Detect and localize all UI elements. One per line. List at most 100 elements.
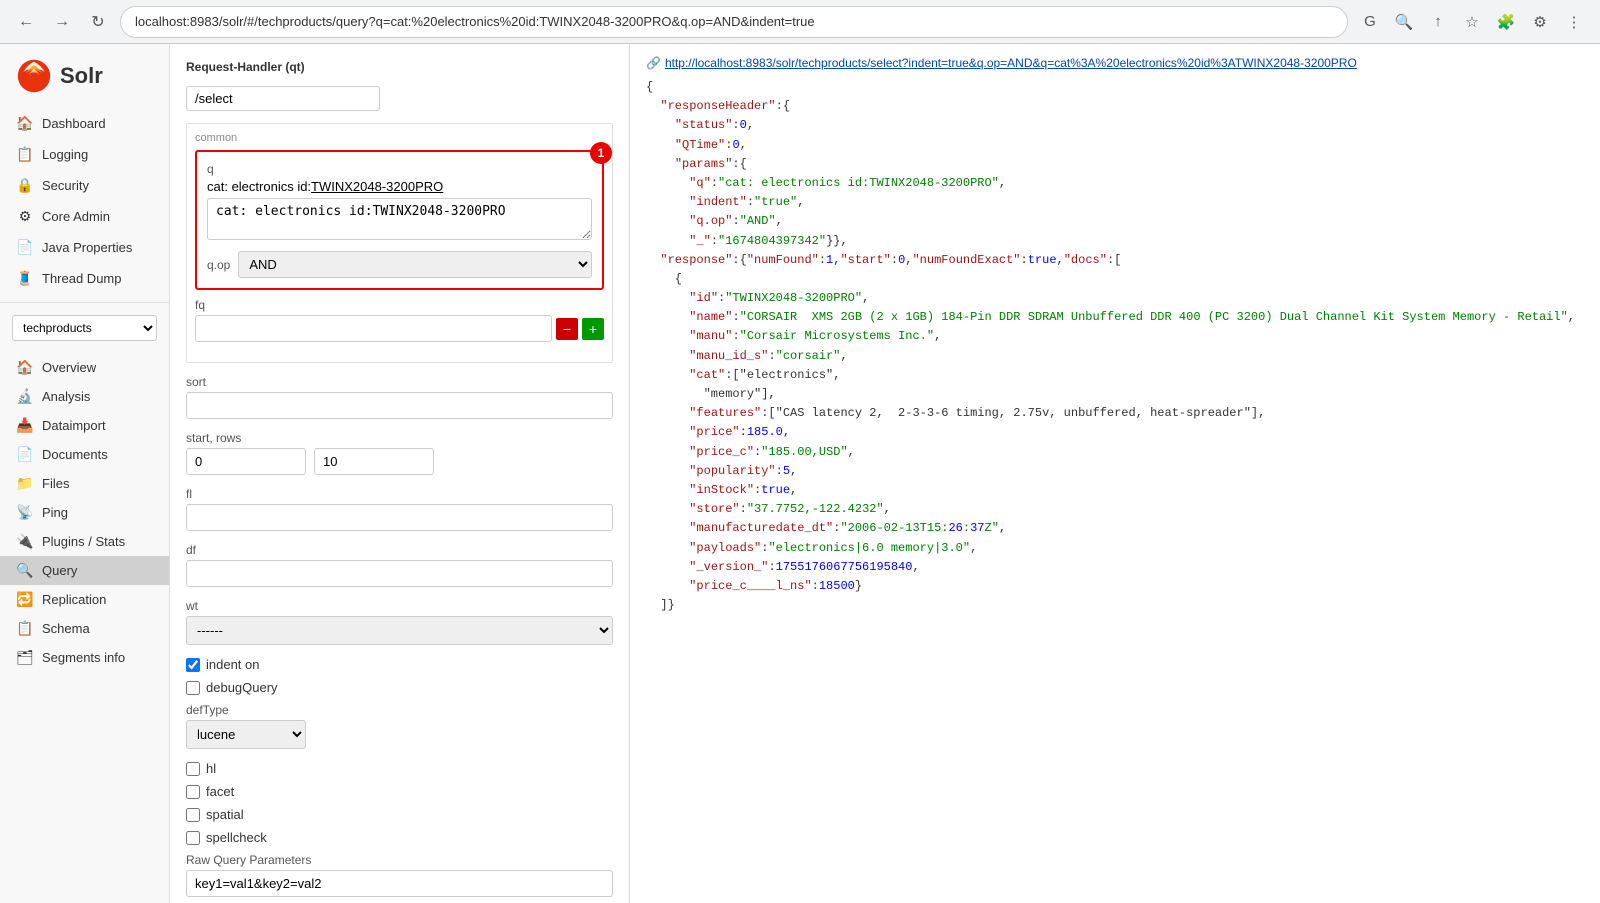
sidebar-item-files[interactable]: 📁 Files xyxy=(0,469,169,498)
files-icon: 📁 xyxy=(16,475,34,492)
query-panel: Request-Handler (qt) common 1 q cat: ele… xyxy=(170,44,1600,903)
browser-icons: G 🔍 ↑ ☆ 🧩 ⚙ ⋮ xyxy=(1356,8,1588,36)
back-button[interactable]: ← xyxy=(12,8,40,36)
query-icon: 🔍 xyxy=(16,562,34,579)
search-icon[interactable]: 🔍 xyxy=(1390,8,1418,36)
handler-label: Request-Handler (qt) xyxy=(186,60,305,74)
fq-plus-button[interactable]: + xyxy=(582,318,604,340)
indent-label: indent on xyxy=(206,657,260,672)
sidebar-item-ping[interactable]: 📡 Ping xyxy=(0,498,169,527)
result-url-text: http://localhost:8983/solr/techproducts/… xyxy=(665,56,1357,70)
sidebar-item-dashboard[interactable]: 🏠 Dashboard xyxy=(0,108,169,139)
def-type-select[interactable]: lucene dismax edismax xyxy=(186,720,306,749)
java-properties-label: Java Properties xyxy=(42,240,132,255)
extension-icon[interactable]: 🧩 xyxy=(1492,8,1520,36)
q-value-display: cat: electronics id:TWINX2048-3200PRO xyxy=(207,179,592,194)
sort-input[interactable] xyxy=(186,392,613,419)
java-properties-icon: 📄 xyxy=(16,239,34,256)
documents-label: Documents xyxy=(42,447,108,462)
sort-group: sort xyxy=(186,375,613,419)
google-icon[interactable]: G xyxy=(1356,8,1384,36)
rows-input[interactable] xyxy=(314,448,434,475)
spatial-checkbox[interactable] xyxy=(186,808,200,822)
sidebar-item-segments-info[interactable]: 🗂 Segments info xyxy=(0,643,169,672)
q-textarea[interactable]: cat: electronics id:TWINX2048-3200PRO xyxy=(207,198,592,240)
wt-group: wt ------ json xml csv xyxy=(186,599,613,645)
sidebar-item-logging[interactable]: 📋 Logging xyxy=(0,139,169,170)
url-text: localhost:8983/solr/#/techproducts/query… xyxy=(135,14,815,29)
sidebar-item-thread-dump[interactable]: 🧵 Thread Dump xyxy=(0,263,169,294)
df-input[interactable] xyxy=(186,560,613,587)
fq-input[interactable] xyxy=(195,315,552,342)
sidebar-item-dataimport[interactable]: 📥 Dataimport xyxy=(0,411,169,440)
schema-label: Schema xyxy=(42,621,90,636)
sidebar-item-overview[interactable]: 🏠 Overview xyxy=(0,353,169,382)
reload-button[interactable]: ↻ xyxy=(84,8,112,36)
sidebar-item-analysis[interactable]: 🔬 Analysis xyxy=(0,382,169,411)
raw-params-input[interactable] xyxy=(186,870,613,897)
analysis-label: Analysis xyxy=(42,389,90,404)
wt-select[interactable]: ------ json xml csv xyxy=(186,616,613,645)
sidebar-item-core-admin[interactable]: ⚙ Core Admin xyxy=(0,201,169,232)
df-group: df xyxy=(186,543,613,587)
indent-row: indent on xyxy=(186,657,613,672)
facet-row: facet xyxy=(186,784,613,799)
menu-icon[interactable]: ⋮ xyxy=(1560,8,1588,36)
browser-chrome: ← → ↻ localhost:8983/solr/#/techproducts… xyxy=(0,0,1600,44)
security-icon: 🔒 xyxy=(16,177,34,194)
facet-checkbox[interactable] xyxy=(186,785,200,799)
dashboard-icon: 🏠 xyxy=(16,115,34,132)
core-admin-label: Core Admin xyxy=(42,209,110,224)
debug-query-checkbox[interactable] xyxy=(186,681,200,695)
share-icon[interactable]: ↑ xyxy=(1424,8,1452,36)
q-op-select[interactable]: AND OR xyxy=(238,251,592,278)
fq-minus-button[interactable]: − xyxy=(556,318,578,340)
sidebar-item-java-properties[interactable]: 📄 Java Properties xyxy=(0,232,169,263)
replication-icon: 🔁 xyxy=(16,591,34,608)
sidebar-item-documents[interactable]: 📄 Documents xyxy=(0,440,169,469)
spellcheck-label: spellcheck xyxy=(206,830,267,845)
core-select[interactable]: techproducts xyxy=(12,315,157,341)
start-input[interactable] xyxy=(186,448,306,475)
plugins-stats-label: Plugins / Stats xyxy=(42,534,125,549)
sidebar-item-schema[interactable]: 📋 Schema xyxy=(0,614,169,643)
main-content: Request-Handler (qt) common 1 q cat: ele… xyxy=(170,44,1600,903)
security-label: Security xyxy=(42,178,89,193)
def-type-label: defType xyxy=(186,703,613,717)
sidebar-item-replication[interactable]: 🔁 Replication xyxy=(0,585,169,614)
fl-input[interactable] xyxy=(186,504,613,531)
result-url-icon: 🔗 xyxy=(646,56,661,70)
sidebar-item-query[interactable]: 🔍 Query xyxy=(0,556,169,585)
replication-label: Replication xyxy=(42,592,106,607)
result-panel: 🔗 http://localhost:8983/solr/techproduct… xyxy=(630,44,1600,903)
indent-checkbox[interactable] xyxy=(186,658,200,672)
result-url-row: 🔗 http://localhost:8983/solr/techproduct… xyxy=(646,56,1584,70)
spatial-row: spatial xyxy=(186,807,613,822)
core-selector[interactable]: techproducts xyxy=(12,315,157,341)
overview-label: Overview xyxy=(42,360,96,375)
sidebar-item-security[interactable]: 🔒 Security xyxy=(0,170,169,201)
sidebar-item-plugins-stats[interactable]: 🔌 Plugins / Stats xyxy=(0,527,169,556)
raw-params-label: Raw Query Parameters xyxy=(186,853,613,867)
hl-label: hl xyxy=(206,761,216,776)
forward-button[interactable]: → xyxy=(48,8,76,36)
plugins-stats-icon: 🔌 xyxy=(16,533,34,550)
address-bar[interactable]: localhost:8983/solr/#/techproducts/query… xyxy=(120,6,1348,38)
logging-icon: 📋 xyxy=(16,146,34,163)
spatial-label: spatial xyxy=(206,807,244,822)
solr-logo-icon xyxy=(16,58,52,94)
bookmark-icon[interactable]: ☆ xyxy=(1458,8,1486,36)
handler-input[interactable] xyxy=(186,86,380,111)
q-label: q xyxy=(207,162,592,176)
fq-row: − + xyxy=(195,315,604,342)
hl-checkbox[interactable] xyxy=(186,762,200,776)
raw-params-group: Raw Query Parameters xyxy=(186,853,613,897)
sort-label: sort xyxy=(186,375,613,389)
app-container: Solr 🏠 Dashboard 📋 Logging 🔒 Security ⚙ … xyxy=(0,44,1600,903)
fq-label: fq xyxy=(195,298,604,312)
dataimport-icon: 📥 xyxy=(16,417,34,434)
main-nav: 🏠 Dashboard 📋 Logging 🔒 Security ⚙ Core … xyxy=(0,104,169,298)
settings-icon[interactable]: ⚙ xyxy=(1526,8,1554,36)
spellcheck-checkbox[interactable] xyxy=(186,831,200,845)
q-op-row: q.op AND OR xyxy=(207,251,592,278)
